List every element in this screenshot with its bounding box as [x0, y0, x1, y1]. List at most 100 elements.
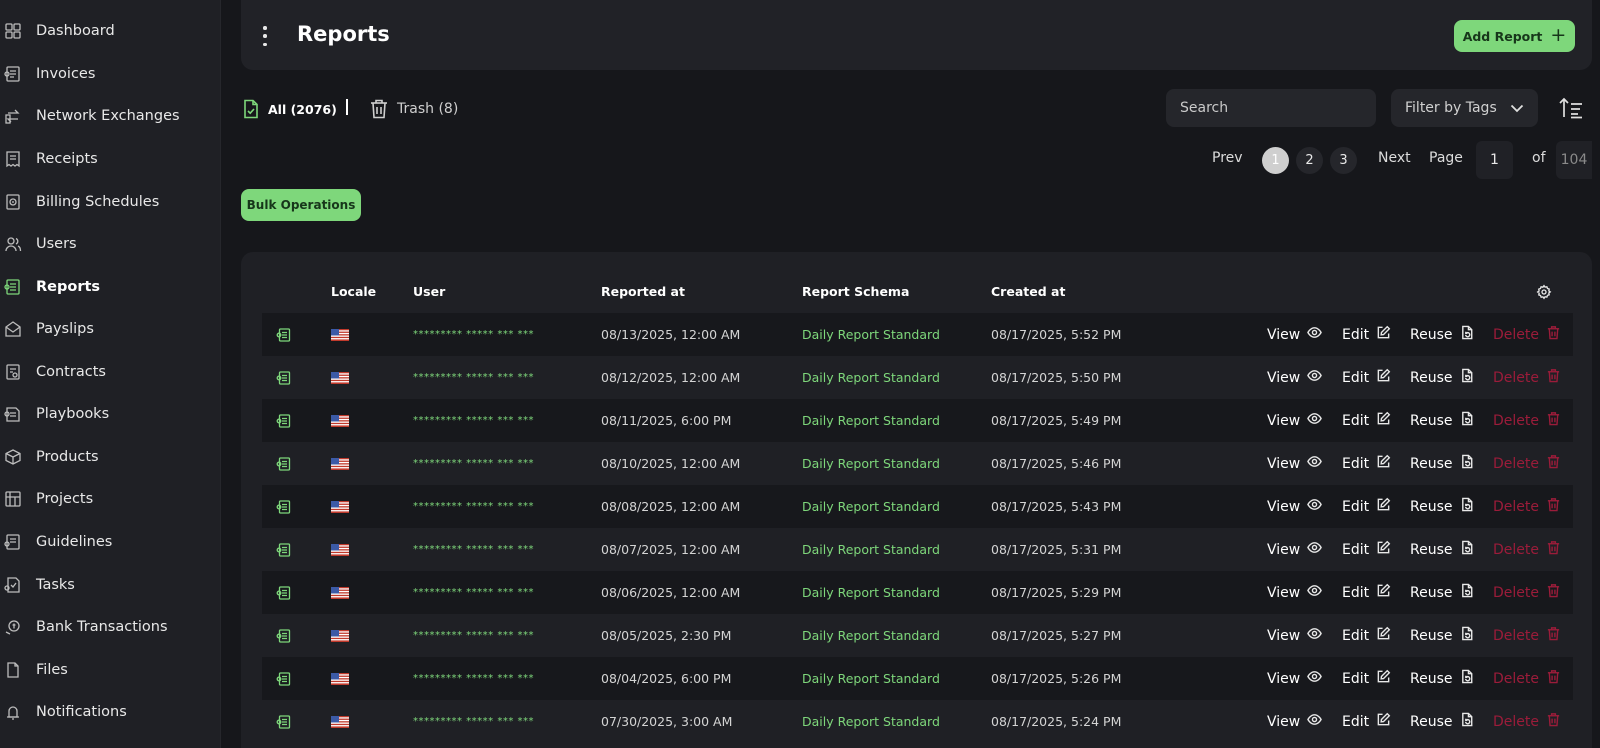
- page-2-button[interactable]: 2: [1296, 147, 1323, 174]
- report-schema-link[interactable]: Daily Report Standard: [802, 442, 940, 485]
- edit-button[interactable]: Edit: [1342, 700, 1391, 743]
- sidebar-item-playbooks[interactable]: Playbooks: [0, 396, 221, 432]
- sidebar-item-billing-schedules[interactable]: Billing Schedules: [0, 184, 221, 220]
- sidebar-item-projects[interactable]: Projects: [0, 481, 221, 517]
- reuse-button[interactable]: Reuse: [1410, 614, 1475, 657]
- report-schema-link[interactable]: Daily Report Standard: [802, 485, 940, 528]
- view-button[interactable]: View: [1267, 442, 1323, 485]
- reuse-button[interactable]: Reuse: [1410, 485, 1475, 528]
- sidebar-item-payslips[interactable]: Payslips: [0, 311, 221, 347]
- view-button[interactable]: View: [1267, 399, 1323, 442]
- page-number-input[interactable]: 1: [1476, 141, 1513, 179]
- table-row[interactable]: ********* ***** *** *** 08/12/2025, 12:00…: [262, 356, 1573, 399]
- header-locale: Locale: [331, 284, 377, 299]
- us-flag-icon: [331, 571, 349, 614]
- report-schema-link[interactable]: Daily Report Standard: [802, 313, 940, 356]
- sidebar-item-files[interactable]: Files: [0, 652, 221, 688]
- view-button[interactable]: View: [1267, 657, 1323, 700]
- table-row[interactable]: ********* ***** *** *** 07/30/2025, 3:00 …: [262, 700, 1573, 743]
- next-page-link[interactable]: Next: [1378, 150, 1411, 166]
- sidebar-item-invoices[interactable]: Invoices: [0, 56, 221, 92]
- view-button[interactable]: View: [1267, 485, 1323, 528]
- table-row[interactable]: ********* ***** *** *** 08/05/2025, 2:30 …: [262, 614, 1573, 657]
- table-row[interactable]: ********* ***** *** *** 08/13/2025, 12:00…: [262, 313, 1573, 356]
- edit-button[interactable]: Edit: [1342, 528, 1391, 571]
- delete-button[interactable]: Delete: [1493, 657, 1561, 700]
- reuse-button[interactable]: Reuse: [1410, 700, 1475, 743]
- reuse-button[interactable]: Reuse: [1410, 571, 1475, 614]
- delete-button[interactable]: Delete: [1493, 700, 1561, 743]
- tab-all[interactable]: All (2076): [243, 97, 337, 121]
- bulk-operations-button[interactable]: Bulk Operations: [241, 189, 361, 221]
- table-row[interactable]: ********* ***** *** *** 08/10/2025, 12:00…: [262, 442, 1573, 485]
- edit-button[interactable]: Edit: [1342, 313, 1391, 356]
- edit-button[interactable]: Edit: [1342, 614, 1391, 657]
- delete-button[interactable]: Delete: [1493, 399, 1561, 442]
- report-schema-link[interactable]: Daily Report Standard: [802, 700, 940, 743]
- report-schema-link[interactable]: Daily Report Standard: [802, 614, 940, 657]
- delete-button[interactable]: Delete: [1493, 356, 1561, 399]
- reuse-button[interactable]: Reuse: [1410, 399, 1475, 442]
- reported-at-cell: 08/04/2025, 6:00 PM: [601, 671, 732, 686]
- report-schema-link[interactable]: Daily Report Standard: [802, 571, 940, 614]
- table-row[interactable]: ********* ***** *** *** 08/08/2025, 12:00…: [262, 485, 1573, 528]
- table-row[interactable]: ********* ***** *** *** 08/11/2025, 6:00 …: [262, 399, 1573, 442]
- edit-button[interactable]: Edit: [1342, 657, 1391, 700]
- view-button[interactable]: View: [1267, 614, 1323, 657]
- delete-button[interactable]: Delete: [1493, 442, 1561, 485]
- reuse-file-icon: [1460, 411, 1475, 430]
- delete-button[interactable]: Delete: [1493, 571, 1561, 614]
- table-row[interactable]: ********* ***** *** *** 08/04/2025, 6:00 …: [262, 657, 1573, 700]
- reuse-button[interactable]: Reuse: [1410, 313, 1475, 356]
- delete-button[interactable]: Delete: [1493, 528, 1561, 571]
- delete-button[interactable]: Delete: [1493, 485, 1561, 528]
- delete-button[interactable]: Delete: [1493, 313, 1561, 356]
- add-report-button[interactable]: Add Report +: [1454, 20, 1575, 52]
- edit-button[interactable]: Edit: [1342, 442, 1391, 485]
- tab-trash[interactable]: Trash (8): [370, 97, 458, 121]
- sidebar-item-bank-transactions[interactable]: Bank Transactions: [0, 609, 221, 645]
- trash-icon: [1546, 411, 1561, 430]
- report-schema-link[interactable]: Daily Report Standard: [802, 356, 940, 399]
- sidebar-item-contracts[interactable]: Contracts: [0, 354, 221, 390]
- reuse-button[interactable]: Reuse: [1410, 657, 1475, 700]
- search-input[interactable]: [1166, 89, 1376, 127]
- view-button[interactable]: View: [1267, 313, 1323, 356]
- edit-button[interactable]: Edit: [1342, 571, 1391, 614]
- sidebar-item-tasks[interactable]: Tasks: [0, 567, 221, 603]
- prev-page-link[interactable]: Prev: [1212, 150, 1243, 166]
- reuse-button[interactable]: Reuse: [1410, 356, 1475, 399]
- report-schema-link[interactable]: Daily Report Standard: [802, 528, 940, 571]
- reuse-file-icon: [1460, 368, 1475, 387]
- more-menu-icon[interactable]: [259, 26, 271, 46]
- sidebar-item-notifications[interactable]: Notifications: [0, 694, 221, 730]
- table-row[interactable]: ********* ***** *** *** 08/07/2025, 12:00…: [262, 528, 1573, 571]
- delete-button[interactable]: Delete: [1493, 614, 1561, 657]
- page-1-button[interactable]: 1: [1262, 147, 1289, 174]
- reuse-button[interactable]: Reuse: [1410, 442, 1475, 485]
- sidebar-item-dashboard[interactable]: Dashboard: [0, 13, 221, 49]
- sidebar-item-users[interactable]: Users: [0, 226, 221, 262]
- view-button[interactable]: View: [1267, 700, 1323, 743]
- report-schema-link[interactable]: Daily Report Standard: [802, 657, 940, 700]
- filter-by-tags-dropdown[interactable]: Filter by Tags: [1391, 89, 1538, 127]
- view-button[interactable]: View: [1267, 528, 1323, 571]
- reuse-button[interactable]: Reuse: [1410, 528, 1475, 571]
- sort-icon[interactable]: [1558, 96, 1584, 120]
- sidebar-item-products[interactable]: Products: [0, 439, 221, 475]
- column-settings-gear-icon[interactable]: [1536, 284, 1552, 300]
- sidebar-item-receipts[interactable]: Receipts: [0, 141, 221, 177]
- report-schema-link[interactable]: Daily Report Standard: [802, 399, 940, 442]
- sidebar-item-network-exchanges[interactable]: Network Exchanges: [0, 98, 221, 134]
- edit-button[interactable]: Edit: [1342, 356, 1391, 399]
- table-row[interactable]: ********* ***** *** *** 08/06/2025, 12:00…: [262, 571, 1573, 614]
- sidebar-item-guidelines[interactable]: Guidelines: [0, 524, 221, 560]
- edit-button[interactable]: Edit: [1342, 399, 1391, 442]
- playbook-icon: [4, 405, 22, 423]
- view-button[interactable]: View: [1267, 356, 1323, 399]
- sidebar-item-reports[interactable]: Reports: [0, 269, 221, 305]
- view-button[interactable]: View: [1267, 571, 1323, 614]
- edit-button[interactable]: Edit: [1342, 485, 1391, 528]
- reuse-label: Reuse: [1410, 498, 1453, 515]
- page-3-button[interactable]: 3: [1330, 147, 1357, 174]
